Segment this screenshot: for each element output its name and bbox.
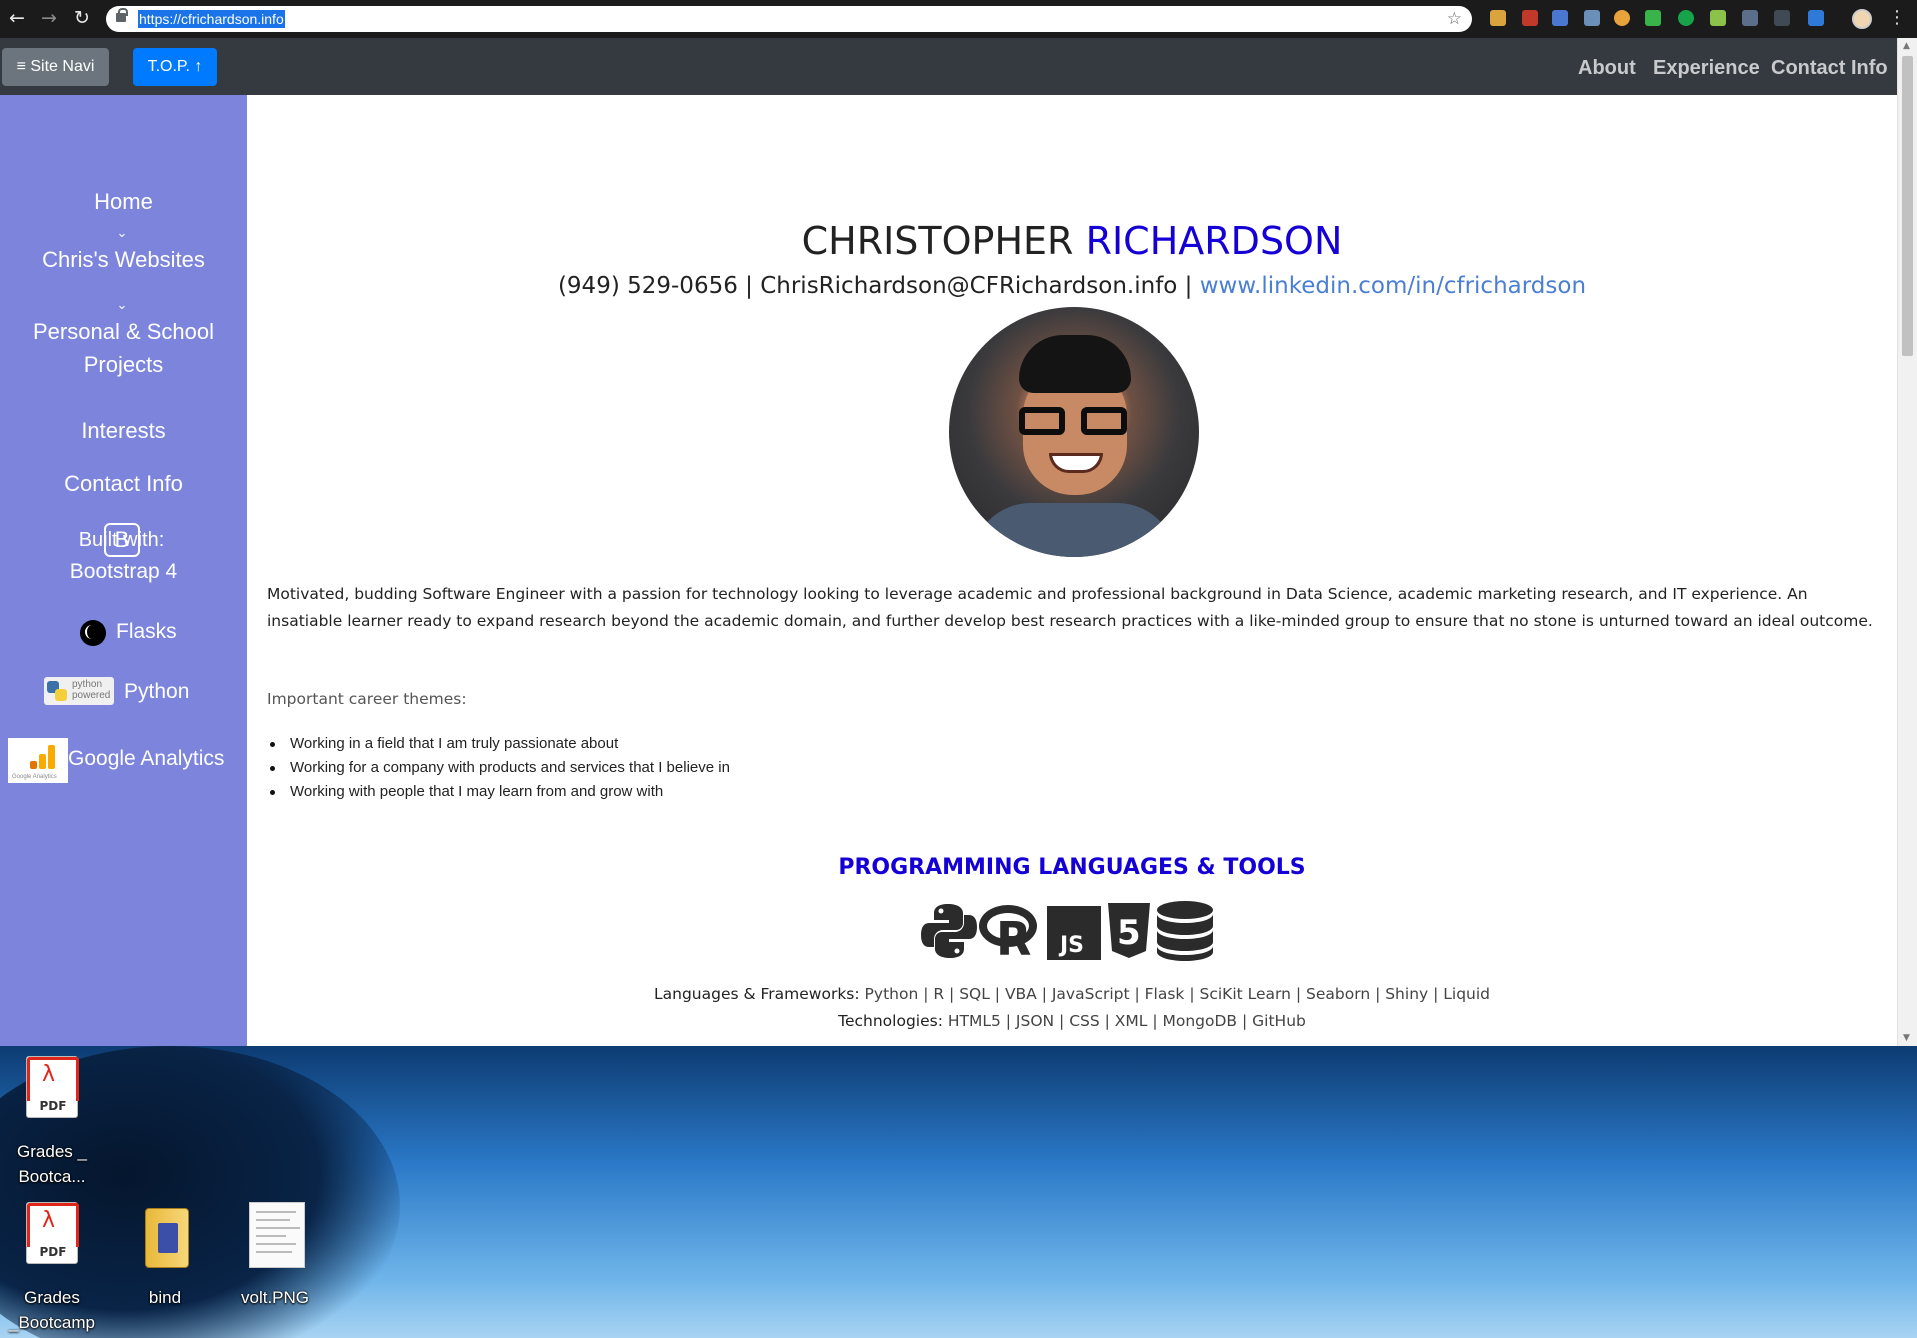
sidebar-item-interests[interactable]: Interests	[0, 414, 247, 447]
back-arrow-icon[interactable]: ←	[6, 7, 28, 29]
summary-paragraph: Motivated, budding Software Engineer wit…	[267, 585, 1873, 630]
sidebar-item-projects[interactable]: Personal & School Projects	[0, 315, 247, 381]
extension-icon[interactable]	[1710, 10, 1726, 26]
bookmark-star-icon[interactable]: ☆	[1447, 8, 1462, 30]
sidebar-item-websites[interactable]: Chris's Websites	[0, 243, 247, 276]
profile-avatar-icon[interactable]	[1852, 9, 1872, 29]
grammarly-extension-icon[interactable]	[1678, 10, 1694, 26]
svg-text:5: 5	[1117, 913, 1141, 953]
forward-arrow-icon[interactable]: →	[38, 7, 60, 29]
technologies-line: Technologies: HTML5 | JSON | CSS | XML |…	[838, 1012, 1306, 1030]
flasks-label: Flasks	[116, 620, 177, 643]
top-navbar: ≡ Site Navi T.O.P. ↑ About Experience Co…	[0, 38, 1897, 95]
scroll-up-icon[interactable]: ▲	[1903, 41, 1910, 51]
extension-icon[interactable]	[1490, 10, 1506, 26]
chevron-down-icon: ⌄	[116, 225, 128, 240]
scroll-down-icon[interactable]: ▼	[1903, 1033, 1910, 1043]
languages-line: Languages & Frameworks: Python | R | SQL…	[653, 985, 1491, 1003]
bootstrap-label: Bootstrap 4	[69, 560, 178, 583]
up-arrow-icon: ↑	[194, 58, 203, 75]
image-file-icon	[249, 1202, 305, 1268]
tool-icons-row: R JS 5	[920, 900, 1230, 964]
cookie-extension-icon[interactable]	[1614, 10, 1630, 26]
desktop-icon-grades-bootcamp-1[interactable]: λ PDF Grades _ Bootca...	[2, 1056, 102, 1186]
html5-icon: 5	[1108, 903, 1150, 958]
extension-icon[interactable]	[1774, 10, 1790, 26]
sidebar-item-home[interactable]: Home	[0, 185, 247, 218]
svg-text:R: R	[996, 912, 1031, 962]
url-text[interactable]: https://cfrichardson.info	[138, 10, 285, 28]
tools-heading: PROGRAMMING LANGUAGES & TOOLS	[838, 855, 1306, 880]
contact-line: (949) 529-0656 | ChrisRichardson@CFRicha…	[557, 273, 1587, 299]
lock-icon	[116, 8, 128, 22]
google-analytics-label: Google Analytics	[68, 747, 225, 770]
extension-icon[interactable]	[1522, 10, 1538, 26]
profile-photo	[949, 307, 1199, 557]
nav-link-experience[interactable]: Experience	[1653, 56, 1760, 80]
career-themes-list: Working in a field that I am truly passi…	[267, 732, 1267, 804]
list-item: Working with people that I may learn fro…	[267, 780, 1267, 804]
desktop-icon-grades-bootcamp-2[interactable]: λ PDF Grades _Bootcamp ...	[2, 1202, 102, 1338]
sidebar-item-label: Projects	[83, 352, 164, 377]
built-with-label: Built with:	[78, 529, 165, 551]
browser-toolbar: ← → ↻ https://cfrichardson.info ☆ ⋮	[0, 0, 1917, 38]
desktop-background: λ PDF Grades _ Bootca... λ PDF Grades _B…	[0, 1046, 1917, 1338]
google-analytics-logo-icon: Google Analytics	[8, 738, 68, 783]
pdf-file-icon: λ PDF	[26, 1202, 79, 1264]
extension-icon[interactable]	[1808, 10, 1824, 26]
kebab-menu-icon[interactable]: ⋮	[1888, 6, 1906, 30]
extension-icon[interactable]	[1742, 10, 1758, 26]
flask-logo-icon	[80, 620, 106, 646]
hamburger-icon: ≡	[16, 58, 26, 75]
chevron-down-icon: ⌄	[116, 297, 128, 312]
address-bar[interactable]: https://cfrichardson.info ☆	[106, 6, 1472, 32]
reload-icon[interactable]: ↻	[71, 7, 93, 29]
page-title: CHRISTOPHER RICHARDSON	[801, 219, 1343, 263]
page-scrollbar[interactable]: ▲ ▼	[1897, 38, 1917, 1046]
svg-text:JS: JS	[1058, 933, 1084, 958]
webpage-viewport: ≡ Site Navi T.O.P. ↑ About Experience Co…	[0, 38, 1917, 1046]
scrollbar-thumb[interactable]	[1902, 56, 1913, 356]
javascript-icon: JS	[1047, 906, 1101, 960]
folder-icon	[145, 1208, 189, 1268]
r-icon: R	[979, 905, 1037, 962]
desktop-icon-volt-png[interactable]: volt.PNG	[225, 1202, 325, 1312]
list-item: Working for a company with products and …	[267, 756, 1267, 780]
sidebar: Home ⌄ Chris's Websites ⌄ Personal & Sch…	[0, 95, 247, 1046]
python-icon	[921, 904, 977, 958]
nav-link-about[interactable]: About	[1578, 56, 1636, 80]
extension-icon[interactable]	[1584, 10, 1600, 26]
career-themes-heading: Important career themes:	[267, 690, 467, 708]
nav-link-contact-info[interactable]: Contact Info	[1771, 56, 1888, 80]
python-label: Python	[124, 680, 190, 703]
sidebar-item-label: Personal & School	[33, 319, 214, 344]
list-item: Working in a field that I am truly passi…	[267, 732, 1267, 756]
desktop-icon-bind[interactable]: bind	[115, 1202, 215, 1312]
translate-extension-icon[interactable]	[1552, 10, 1568, 26]
pdf-file-icon: λ PDF	[26, 1056, 79, 1118]
bootstrap-logo-icon: B	[104, 523, 140, 557]
site-navi-button[interactable]: ≡ Site Navi	[2, 48, 109, 86]
database-icon	[1157, 901, 1213, 961]
python-powered-logo-icon: python powered	[44, 677, 114, 705]
extension-icon[interactable]	[1645, 10, 1661, 26]
main-content: CHRISTOPHER RICHARDSON (949) 529-0656 | …	[247, 95, 1897, 1046]
linkedin-link[interactable]: www.linkedin.com/in/cfrichardson	[1200, 273, 1586, 299]
back-to-top-button[interactable]: T.O.P. ↑	[133, 48, 217, 86]
